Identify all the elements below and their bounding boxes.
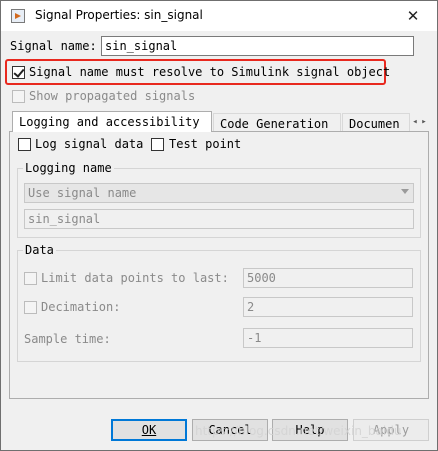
sample-time-input[interactable]: -1 — [243, 328, 413, 348]
chevron-down-icon — [401, 189, 409, 194]
decimation-label: Decimation: — [41, 300, 121, 314]
limit-data-points-label: Limit data points to last: — [41, 271, 229, 285]
signal-name-input[interactable]: sin_signal — [101, 36, 414, 56]
test-point-label: Test point — [169, 137, 242, 151]
resolve-signal-object-label: Signal name must resolve to Simulink sig… — [29, 65, 391, 79]
tab-scroll-left-icon[interactable]: ◂ — [411, 113, 419, 131]
watermark-text: https://blog.csdn.net/weixin_baidu — [195, 424, 402, 438]
logging-name-input[interactable]: sin_signal — [24, 209, 414, 229]
resolve-signal-object-checkbox[interactable] — [12, 66, 25, 79]
limit-data-points-input[interactable]: 5000 — [243, 268, 413, 288]
show-propagated-checkbox[interactable] — [12, 90, 25, 103]
title-bar[interactable]: Signal Properties: sin_signal ✕ — [1, 1, 437, 31]
limit-data-points-checkbox[interactable] — [24, 272, 37, 285]
log-signal-data-label: Log signal data — [35, 137, 144, 151]
data-group-title: Data — [23, 243, 56, 257]
signal-properties-dialog: Signal Properties: sin_signal ✕ Signal n… — [0, 0, 438, 451]
sample-time-label: Sample time: — [24, 332, 111, 346]
ok-button-label: OK — [141, 423, 157, 437]
logging-name-mode-select[interactable]: Use signal name — [24, 183, 414, 203]
tab-code-generation[interactable]: Code Generation — [213, 113, 341, 131]
logging-name-group-title: Logging name — [23, 161, 114, 175]
close-button[interactable]: ✕ — [393, 1, 433, 31]
tab-logging-and-accessibility[interactable]: Logging and accessibility — [12, 111, 212, 132]
decimation-checkbox[interactable] — [24, 301, 37, 314]
logging-name-mode-value: Use signal name — [28, 186, 137, 200]
test-point-checkbox[interactable] — [151, 138, 164, 151]
ok-button[interactable]: OK — [111, 419, 187, 441]
decimation-input[interactable]: 2 — [243, 297, 413, 317]
simulink-app-icon — [11, 9, 25, 23]
tab-scroll-right-icon[interactable]: ▸ — [420, 113, 428, 131]
log-signal-data-checkbox[interactable] — [18, 138, 31, 151]
tab-documentation[interactable]: Documen — [342, 113, 410, 131]
show-propagated-label: Show propagated signals — [29, 89, 196, 103]
window-title: Signal Properties: sin_signal — [35, 8, 203, 22]
signal-name-label: Signal name: — [10, 39, 97, 53]
